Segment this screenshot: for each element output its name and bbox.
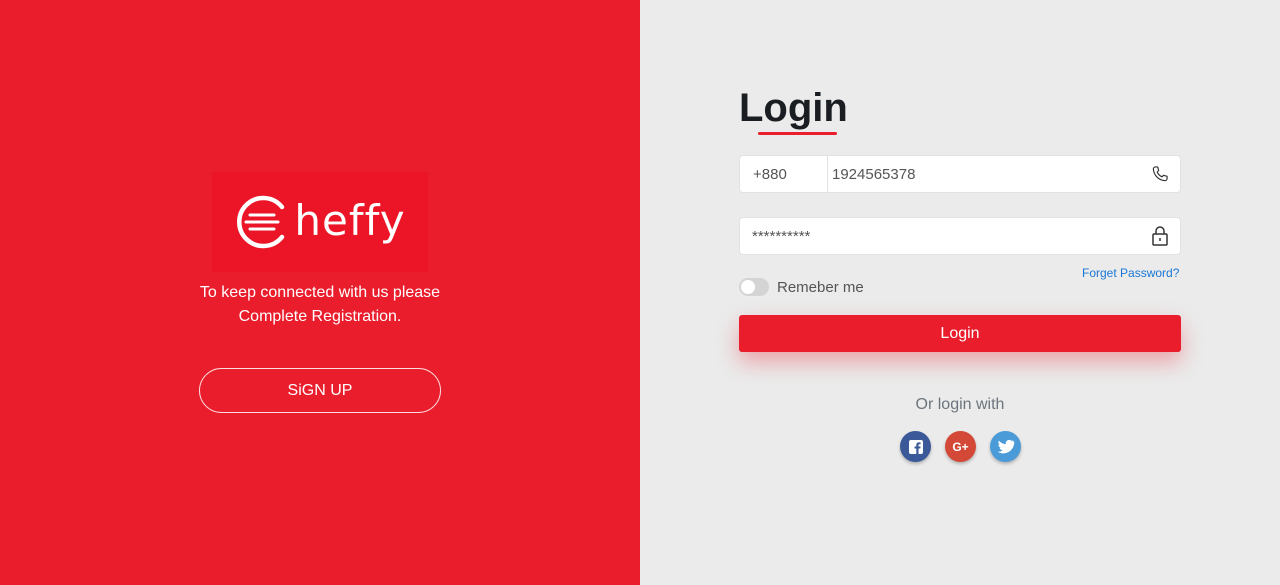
remember-me-toggle-group: Remeber me — [739, 278, 864, 296]
brand-tagline: To keep connected with us please Complet… — [170, 281, 470, 329]
logo-c-icon — [237, 195, 285, 249]
logo-text: heffy — [294, 195, 406, 245]
forget-password-link[interactable]: Forget Password? — [1082, 266, 1179, 280]
brand-panel: heffy To keep connected with us please C… — [0, 0, 640, 585]
page-title: Login — [739, 86, 848, 130]
social-login-group: G+ — [900, 431, 1021, 462]
password-input[interactable] — [740, 218, 1140, 254]
title-underline — [758, 132, 837, 135]
google-plus-icon[interactable]: G+ — [945, 431, 976, 462]
tagline-line-1: To keep connected with us please — [199, 284, 441, 301]
login-button[interactable]: Login — [739, 315, 1181, 352]
brand-logo: heffy — [212, 172, 428, 272]
phone-field-group: +880 — [739, 155, 1181, 193]
or-login-with-text: Or login with — [915, 396, 1005, 413]
twitter-icon[interactable] — [990, 431, 1021, 462]
phone-input[interactable] — [828, 156, 1140, 192]
password-field-group — [739, 217, 1181, 255]
signup-button[interactable]: SiGN UP — [199, 368, 441, 413]
remember-me-toggle[interactable] — [739, 278, 769, 296]
toggle-knob — [741, 280, 755, 294]
facebook-icon[interactable] — [900, 431, 931, 462]
phone-icon — [1140, 164, 1180, 184]
lock-icon — [1140, 225, 1180, 247]
country-code-prefix[interactable]: +880 — [740, 156, 828, 192]
remember-me-label[interactable]: Remeber me — [777, 279, 864, 296]
login-panel: Login +880 Forget Password? Remeber me L… — [640, 0, 1280, 585]
tagline-line-2: Complete Registration. — [238, 308, 402, 325]
